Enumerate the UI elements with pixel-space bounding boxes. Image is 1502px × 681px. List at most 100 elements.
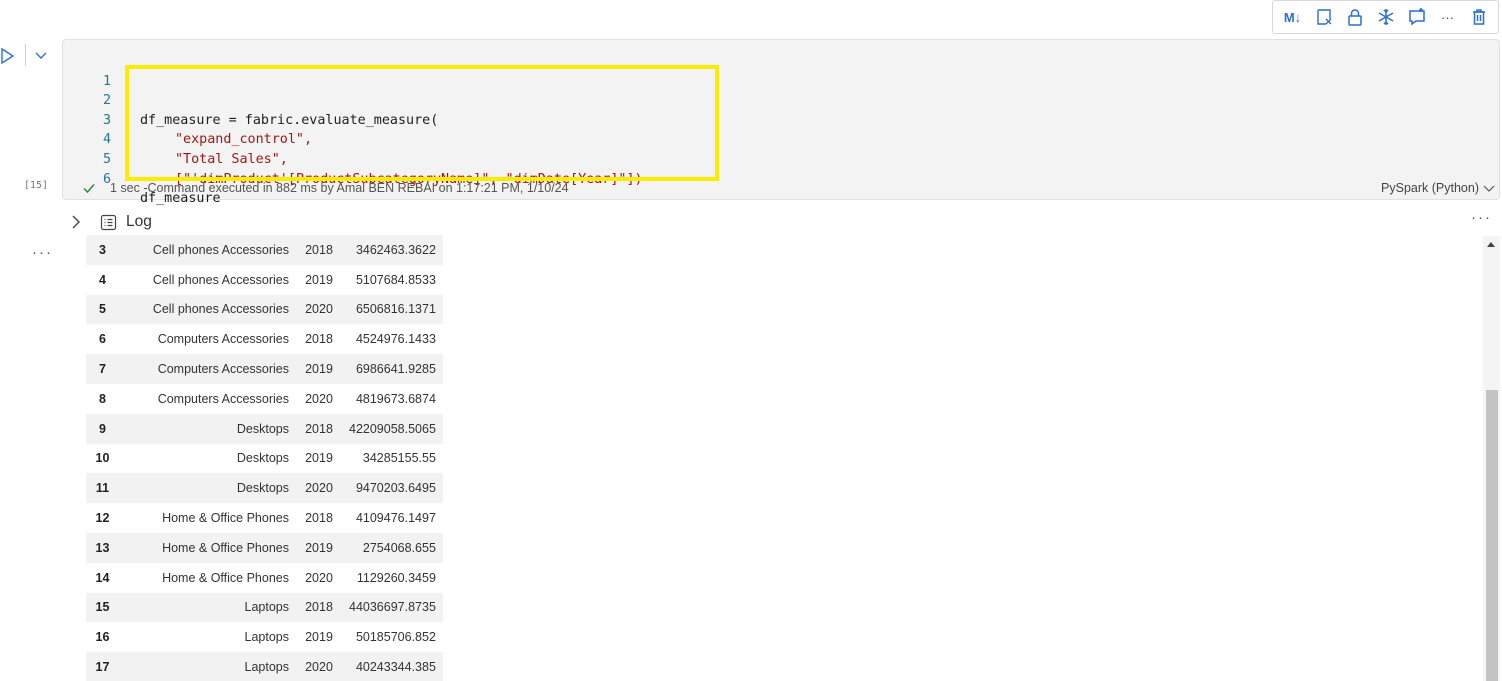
lock-icon[interactable]: [1343, 5, 1367, 29]
comment-icon[interactable]: [1405, 5, 1429, 29]
row-index: 7: [99, 362, 106, 377]
table-row: 9 Desktops 2018 42209058.5065: [86, 413, 443, 444]
subcategory-cell: Computers Accessories: [157, 362, 289, 377]
subcategory-cell: Home & Office Phones: [162, 570, 289, 585]
sales-cell: 9470203.6495: [355, 481, 436, 496]
row-index: 9: [99, 421, 106, 436]
code-line: 6 df_measure: [63, 150, 1499, 207]
table-row: 14 Home & Office Phones 2020 1129260.3459: [86, 562, 443, 593]
gutter-divider: [25, 44, 26, 66]
code-editor[interactable]: 1 2 df_measure = fabric.evaluate_measure…: [63, 52, 1499, 207]
row-index: 15: [95, 600, 110, 615]
vertical-scrollbar[interactable]: [1483, 236, 1500, 681]
year-cell: 2018: [305, 242, 333, 257]
language-selector[interactable]: PySpark (Python): [1381, 181, 1479, 195]
subcategory-cell: Home & Office Phones: [162, 540, 289, 555]
year-cell: 2020: [305, 660, 333, 675]
table-row: 3 Cell phones Accessories 2018 3462463.3622: [86, 235, 443, 265]
notebook-page: M↓ ··· [15] ··· 1 2 df_measure = fabric.…: [0, 0, 1502, 681]
row-index: 14: [95, 570, 110, 585]
check-icon: [83, 184, 95, 194]
year-cell: 2019: [305, 451, 333, 466]
scroll-thumb[interactable]: [1486, 390, 1498, 681]
delete-icon[interactable]: [1467, 5, 1491, 29]
sales-cell: 3462463.3622: [355, 242, 436, 257]
sales-cell: 4109476.1497: [355, 511, 436, 526]
markdown-icon[interactable]: M↓: [1281, 5, 1305, 29]
output-more-icon[interactable]: ···: [1471, 209, 1492, 226]
code-line: 1: [63, 52, 1499, 89]
sales-cell: 4524976.1433: [355, 332, 436, 347]
code-line: 5 ["'dimProduct'[ProductSubcategoryName]…: [63, 130, 1499, 187]
chevron-down-icon[interactable]: [32, 46, 50, 64]
log-icon: [100, 214, 117, 231]
table-row: 6 Computers Accessories 2018 4524976.1433: [86, 324, 443, 355]
cell-toolbar: M↓ ···: [1272, 0, 1499, 34]
freeze-icon[interactable]: [1374, 5, 1398, 29]
table-row: 11 Desktops 2020 9470203.6495: [86, 473, 443, 504]
clear-output-icon[interactable]: [1312, 5, 1336, 29]
sales-cell: 6986641.9285: [355, 362, 436, 377]
year-cell: 2018: [305, 421, 333, 436]
scroll-up-icon[interactable]: [1487, 242, 1495, 247]
row-index: 3: [99, 242, 106, 257]
sales-cell: 40243344.385: [355, 660, 436, 675]
table-row: 17 Laptops 2020 40243344.385: [86, 652, 443, 681]
row-index: 16: [95, 630, 110, 645]
row-index: 5: [99, 302, 106, 317]
subcategory-cell: Desktops: [236, 481, 289, 496]
chevron-right-icon[interactable]: [70, 214, 82, 230]
cell-more-icon[interactable]: ···: [32, 244, 53, 261]
sales-cell: 50185706.852: [355, 630, 436, 645]
sales-cell: 44036697.8735: [349, 600, 436, 615]
sales-cell: 2754068.655: [362, 540, 436, 555]
table-row: 7 Computers Accessories 2019 6986641.9285: [86, 354, 443, 384]
row-index: 6: [99, 332, 106, 347]
year-cell: 2020: [305, 570, 333, 585]
year-cell: 2018: [305, 600, 333, 615]
year-cell: 2020: [305, 302, 333, 317]
log-label[interactable]: Log: [126, 213, 152, 231]
row-index: 12: [95, 511, 110, 526]
row-index: 11: [95, 481, 110, 496]
subcategory-cell: Desktops: [236, 451, 289, 466]
year-cell: 2019: [305, 540, 333, 555]
sales-cell: 42209058.5065: [349, 421, 436, 436]
table-row: 15 Laptops 2018 44036697.8735: [86, 592, 443, 623]
code-line: 2 df_measure = fabric.evaluate_measure(: [63, 72, 1499, 128]
year-cell: 2019: [305, 630, 333, 645]
table-row: 4 Cell phones Accessories 2019 5107684.8533: [86, 264, 443, 295]
table-row: 10 Desktops 2019 34285155.55: [86, 443, 443, 474]
sales-cell: 4819673.6874: [355, 391, 436, 406]
subcategory-cell: Cell phones Accessories: [152, 272, 289, 287]
subcategory-cell: Laptops: [244, 660, 289, 675]
subcategory-cell: Cell phones Accessories: [152, 242, 289, 257]
subcategory-cell: Laptops: [244, 630, 289, 645]
subcategory-cell: Computers Accessories: [157, 391, 289, 406]
dataframe-table: 3 Cell phones Accessories 2018 3462463.3622…: [86, 235, 443, 681]
row-index: 8: [99, 391, 106, 406]
subcategory-cell: Cell phones Accessories: [152, 302, 289, 317]
year-cell: 2020: [305, 481, 333, 496]
run-cell-icon[interactable]: [0, 46, 16, 66]
sales-cell: 5107684.8533: [355, 272, 436, 287]
year-cell: 2019: [305, 362, 333, 377]
chevron-down-icon[interactable]: [1483, 182, 1495, 194]
table-row: 5 Cell phones Accessories 2020 6506816.1371: [86, 294, 443, 325]
more-icon[interactable]: ···: [1436, 5, 1460, 29]
subcategory-cell: Desktops: [236, 421, 289, 436]
row-index: 10: [95, 451, 110, 466]
subcategory-cell: Computers Accessories: [157, 332, 289, 347]
dataframe-output: 3 Cell phones Accessories 2018 3462463.3622…: [86, 235, 446, 681]
table-row: 13 Home & Office Phones 2019 2754068.655: [86, 532, 443, 563]
year-cell: 2019: [305, 272, 333, 287]
table-row: 12 Home & Office Phones 2018 4109476.1497: [86, 503, 443, 533]
row-index: 13: [95, 540, 110, 555]
table-row: 8 Computers Accessories 2020 4819673.6874: [86, 383, 443, 414]
code-cell[interactable]: 1 2 df_measure = fabric.evaluate_measure…: [62, 39, 1500, 207]
row-index: 17: [95, 660, 110, 675]
year-cell: 2018: [305, 332, 333, 347]
table-row: 16 Laptops 2019 50185706.852: [86, 622, 443, 653]
execution-status: 1 sec -Command executed in 882 ms by Ama…: [110, 181, 569, 195]
cell-status-bar: 1 sec -Command executed in 882 ms by Ama…: [63, 179, 1499, 199]
